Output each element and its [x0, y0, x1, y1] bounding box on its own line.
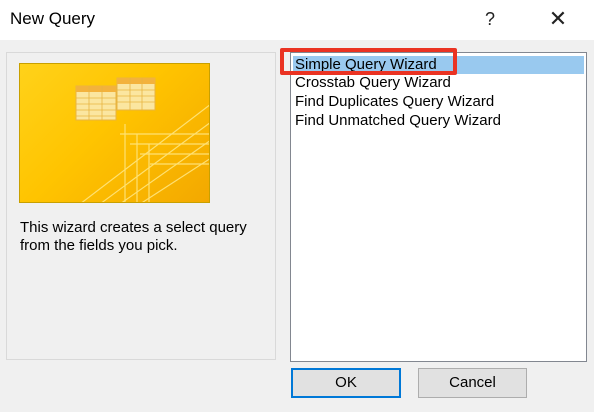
list-item-crosstab-query-wizard[interactable]: Crosstab Query Wizard [293, 74, 584, 92]
wizard-preview-image [19, 63, 210, 203]
wizard-description: This wizard creates a select query from … [20, 219, 270, 255]
wizard-info-panel: This wizard creates a select query from … [6, 52, 276, 360]
query-illustration-icon [75, 77, 209, 202]
list-item-find-unmatched-query-wizard[interactable]: Find Unmatched Query Wizard [293, 112, 584, 130]
dialog-title: New Query [10, 9, 96, 28]
description-line-1: This wizard creates a select query [20, 219, 247, 236]
title-bar: New Query ? ✕ [0, 0, 594, 40]
list-item-find-duplicates-query-wizard[interactable]: Find Duplicates Query Wizard [293, 93, 584, 111]
list-item-simple-query-wizard[interactable]: Simple Query Wizard [293, 56, 584, 74]
close-button[interactable]: ✕ [540, 4, 576, 34]
ok-button[interactable]: OK [291, 368, 401, 398]
wizard-list[interactable]: Simple Query Wizard Crosstab Query Wizar… [290, 52, 587, 362]
help-button[interactable]: ? [474, 4, 506, 34]
cancel-button[interactable]: Cancel [418, 368, 527, 398]
description-line-2: from the fields you pick. [20, 237, 178, 254]
